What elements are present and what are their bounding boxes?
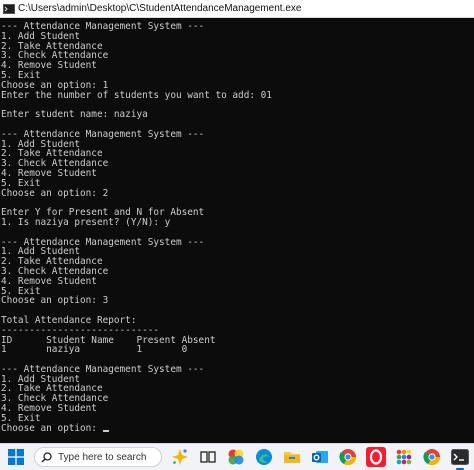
chrome-icon-secondary[interactable] (422, 447, 442, 467)
console-line: Enter the number of students you want to… (1, 89, 272, 101)
console-lines: --- Attendance Management System --- 1. … (1, 21, 272, 424)
console-line: 1 naziya 1 0 (1, 344, 188, 356)
search-placeholder: Type here to search (58, 451, 147, 463)
console-line: Enter student name: naziya (1, 109, 148, 121)
app-grid-icon[interactable] (394, 447, 414, 467)
window-titlebar[interactable]: C:\Users\admin\Desktop\C\StudentAttendan… (0, 0, 474, 18)
taskbar-search-box[interactable]: Type here to search (34, 447, 162, 467)
taskbar: Type here to search (0, 443, 474, 470)
console-app-icon (3, 3, 15, 14)
console-prompt: Choose an option: (1, 422, 103, 434)
colorful-app-icon[interactable] (226, 447, 246, 467)
search-icon (41, 451, 52, 463)
text-cursor (102, 429, 109, 432)
window-title: C:\Users\admin\Desktop\C\StudentAttendan… (18, 3, 302, 14)
console-text: --- Attendance Management System --- 1. … (0, 18, 474, 433)
file-explorer-icon[interactable] (282, 447, 302, 467)
opera-icon[interactable] (366, 447, 386, 467)
chrome-icon[interactable] (338, 447, 358, 467)
console-line: Choose an option: 3 (1, 295, 109, 307)
terminal-icon[interactable] (450, 447, 470, 470)
task-view-icon[interactable] (198, 447, 218, 467)
windows-start-icon[interactable] (6, 447, 26, 467)
copilot-sparkle-icon[interactable] (170, 447, 190, 467)
console-line: 1. Is naziya present? (Y/N): y (1, 216, 171, 228)
console-output-area[interactable]: --- Attendance Management System --- 1. … (0, 18, 474, 443)
outlook-icon[interactable] (310, 447, 330, 467)
console-line: Choose an option: 2 (1, 187, 109, 199)
edge-icon[interactable] (254, 447, 274, 467)
